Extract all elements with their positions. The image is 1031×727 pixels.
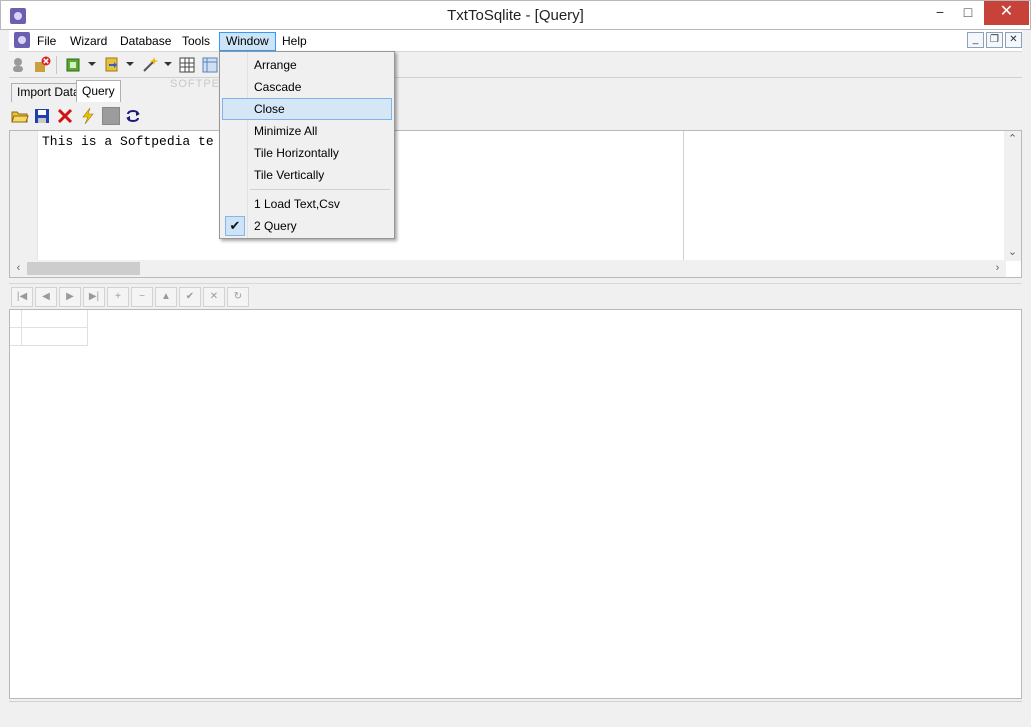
grid-row-indicator [10, 328, 22, 346]
grid-icon[interactable] [178, 56, 196, 74]
tab-import-data[interactable]: Import Data [11, 83, 86, 102]
menu-file[interactable]: File [31, 32, 62, 51]
save-icon[interactable] [33, 107, 51, 125]
menu-tools[interactable]: Tools [176, 32, 216, 51]
mdi-close-button[interactable]: ✕ [1005, 32, 1022, 48]
refresh-icon[interactable] [124, 107, 142, 125]
editor-text[interactable]: This is a Softpedia te [42, 134, 214, 149]
nav-post-button[interactable]: ✔ [179, 287, 201, 307]
menu-wizard[interactable]: Wizard [64, 32, 113, 51]
maximize-button[interactable]: □ [954, 1, 982, 25]
delete-icon[interactable] [56, 107, 74, 125]
grid-header-cell[interactable] [22, 310, 88, 328]
nav-edit-button[interactable]: ▲ [155, 287, 177, 307]
export-dropdown-arrow[interactable] [126, 62, 134, 66]
execute-icon[interactable] [79, 107, 97, 125]
menu-window[interactable]: Window [219, 32, 276, 51]
menu-separator [250, 189, 390, 190]
scroll-left-arrow-icon[interactable]: ‹ [10, 260, 27, 277]
copy-dropdown-arrow[interactable] [88, 62, 96, 66]
status-bar [9, 701, 1022, 721]
scroll-down-arrow-icon[interactable]: ⌄ [1004, 244, 1021, 261]
tab-strip: Import Data Query [9, 80, 1022, 102]
copy-icon[interactable] [65, 56, 83, 74]
user-icon[interactable] [9, 56, 27, 74]
stop-icon[interactable] [102, 107, 120, 125]
results-grid[interactable] [9, 309, 1022, 699]
window-menu-dropdown: Arrange Cascade Close Minimize All Tile … [219, 51, 395, 239]
nav-refresh-button[interactable]: ↻ [227, 287, 249, 307]
nav-last-button[interactable]: ▶| [83, 287, 105, 307]
grid-corner-cell [10, 310, 22, 328]
menu-help[interactable]: Help [276, 32, 313, 51]
query-toolbar [9, 103, 1022, 129]
title-bar: TxtToSqlite - [Query] − □ ✕ [0, 0, 1031, 30]
menu-bar: File Wizard Database Tools Window Help _… [9, 30, 1022, 52]
editor-gutter [10, 131, 38, 261]
grid-cell[interactable] [22, 328, 88, 346]
menu-item-window-query-label: 2 Query [254, 219, 297, 233]
menu-item-minimize-all[interactable]: Minimize All [222, 120, 392, 142]
menu-item-arrange[interactable]: Arrange [222, 54, 392, 76]
mdi-child-icon[interactable] [14, 32, 30, 48]
mdi-minimize-button[interactable]: _ [967, 32, 984, 48]
magic-wand-icon[interactable] [141, 56, 159, 74]
tab-query[interactable]: Query [76, 80, 121, 102]
menu-item-tile-vertically[interactable]: Tile Vertically [222, 164, 392, 186]
nav-insert-button[interactable]: + [107, 287, 129, 307]
nav-first-button[interactable]: |◀ [11, 287, 33, 307]
menu-item-cascade[interactable]: Cascade [222, 76, 392, 98]
close-button[interactable]: ✕ [984, 1, 1029, 25]
editor-horizontal-scrollbar[interactable]: ‹ › [10, 260, 1006, 277]
scroll-up-arrow-icon[interactable]: ⌃ [1004, 131, 1021, 148]
record-navigator: |◀ ◀ ▶ ▶| + − ▲ ✔ ✕ ↻ [9, 283, 1022, 309]
menu-item-window-load-text-csv[interactable]: 1 Load Text,Csv [222, 193, 392, 215]
minimize-button[interactable]: − [926, 1, 954, 25]
disconnect-icon[interactable] [33, 56, 51, 74]
checkmark-icon: ✔ [225, 216, 245, 236]
scroll-right-arrow-icon[interactable]: › [989, 260, 1006, 277]
nav-cancel-button[interactable]: ✕ [203, 287, 225, 307]
wand-dropdown-arrow[interactable] [164, 62, 172, 66]
sql-editor[interactable]: This is a Softpedia te ⌃ ⌄ ‹ › [9, 130, 1022, 278]
nav-prior-button[interactable]: ◀ [35, 287, 57, 307]
table-icon[interactable] [201, 56, 219, 74]
export-icon[interactable] [103, 56, 121, 74]
menu-item-close[interactable]: Close [222, 98, 392, 120]
nav-next-button[interactable]: ▶ [59, 287, 81, 307]
editor-vertical-scrollbar[interactable]: ⌃ ⌄ [1004, 131, 1021, 261]
mdi-restore-button[interactable]: ❐ [986, 32, 1003, 48]
menu-item-tile-horizontally[interactable]: Tile Horizontally [222, 142, 392, 164]
main-toolbar [9, 52, 1022, 78]
nav-delete-button[interactable]: − [131, 287, 153, 307]
open-folder-icon[interactable] [11, 107, 29, 125]
right-margin-line [683, 131, 684, 261]
menu-item-window-query[interactable]: ✔ 2 Query [222, 215, 392, 237]
menu-database[interactable]: Database [114, 32, 177, 51]
toolbar-separator [56, 56, 57, 74]
horizontal-scroll-thumb[interactable] [27, 262, 140, 275]
window-title: TxtToSqlite - [Query] [447, 7, 584, 24]
